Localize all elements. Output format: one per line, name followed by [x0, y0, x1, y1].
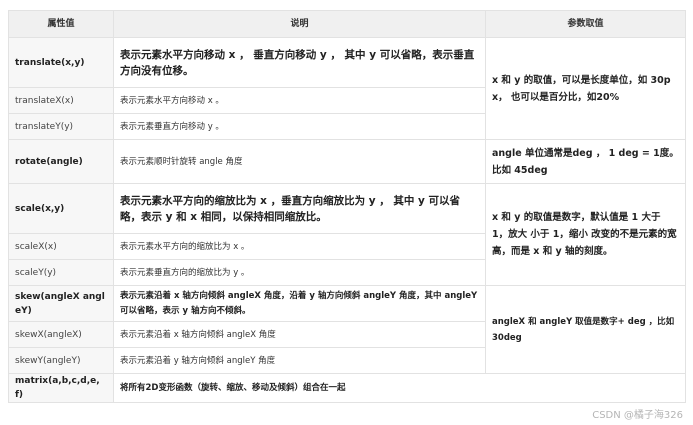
transform-functions-table: 属性值 说明 参数取值 translate(x,y) 表示元素水平方向移动 x … [8, 10, 686, 403]
property-name: translateX(x) [8, 87, 114, 114]
property-description: 将所有2D变形函数（旋转、缩放、移动及倾斜）组合在一起 [113, 373, 686, 403]
table-row: translate(x,y) 表示元素水平方向移动 x ， 垂直方向移动 y ，… [8, 37, 686, 140]
table-row: matrix(a,b,c,d,e,f) 将所有2D变形函数（旋转、缩放、移动及倾… [8, 373, 686, 403]
parameter-value: angleX 和 angleY 取值是数字+ deg ，比如 30deg [485, 285, 686, 374]
watermark: CSDN @橘子海326 [592, 410, 683, 421]
property-name: skew(angleX angleY) [8, 285, 114, 322]
header-parameter: 参数取值 [485, 10, 686, 38]
property-description: 表示元素沿着 x 轴方向倾斜 angleX 角度，沿着 y 轴方向倾斜 angl… [113, 285, 486, 322]
property-description: 表示元素水平方向移动 x 。 [113, 87, 486, 114]
property-description: 表示元素垂直方向移动 y 。 [113, 113, 486, 140]
table-row: rotate(angle) 表示元素顺时针旋转 angle 角度 angle 单… [8, 139, 686, 184]
table-row: scale(x,y) 表示元素水平方向的缩放比为 x ，垂直方向缩放比为 y ，… [8, 183, 686, 286]
table-row: skew(angleX angleY) 表示元素沿着 x 轴方向倾斜 angle… [8, 285, 686, 374]
property-name: translateY(y) [8, 113, 114, 140]
property-name: matrix(a,b,c,d,e,f) [8, 373, 114, 403]
parameter-value: x 和 y 的取值，可以是长度单位，如 30px， 也可以是百分比，如20% [485, 37, 686, 140]
property-name: skewY(angleY) [8, 347, 114, 374]
property-description: 表示元素水平方向的缩放比为 x 。 [113, 233, 486, 260]
parameter-value: angle 单位通常是deg ， 1 deg = 1度。比如 45deg [485, 139, 686, 184]
property-name: scale(x,y) [8, 183, 114, 234]
property-description: 表示元素顺时针旋转 angle 角度 [113, 139, 486, 184]
property-name: scaleX(x) [8, 233, 114, 260]
header-property: 属性值 [8, 10, 114, 38]
property-name: translate(x,y) [8, 37, 114, 88]
property-name: skewX(angleX) [8, 321, 114, 348]
property-description: 表示元素沿着 y 轴方向倾斜 angleY 角度 [113, 347, 486, 374]
property-description: 表示元素沿着 x 轴方向倾斜 angleX 角度 [113, 321, 486, 348]
table-header-row: 属性值 说明 参数取值 [8, 10, 686, 38]
property-name: rotate(angle) [8, 139, 114, 184]
property-description: 表示元素垂直方向的缩放比为 y 。 [113, 259, 486, 286]
property-description: 表示元素水平方向的缩放比为 x ，垂直方向缩放比为 y ， 其中 y 可以省略，… [113, 183, 486, 234]
property-description: 表示元素水平方向移动 x ， 垂直方向移动 y ， 其中 y 可以省略，表示垂直… [113, 37, 486, 88]
property-name: scaleY(y) [8, 259, 114, 286]
header-description: 说明 [113, 10, 486, 38]
parameter-value: x 和 y 的取值是数字，默认值是 1 大于 1，放大 小于 1，缩小 改变的不… [485, 183, 686, 286]
